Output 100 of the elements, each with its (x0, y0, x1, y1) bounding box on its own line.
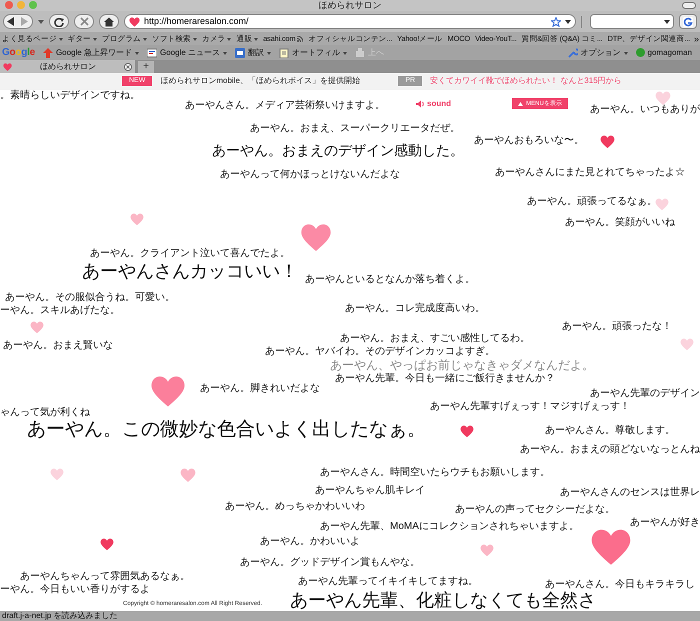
praise-message: あーやんさん。尊敬します。 (545, 425, 675, 437)
praise-message: あーやん。おまえのデザイン感動した。 (212, 142, 464, 159)
arrow-icon (42, 48, 53, 58)
google-logo: Google (2, 46, 35, 60)
heart-icon (30, 321, 44, 334)
caret-icon (664, 18, 670, 24)
google-button[interactable] (679, 14, 697, 29)
new-tab-button[interactable]: + (138, 61, 154, 73)
caret-icon (223, 50, 228, 54)
caret-icon[interactable] (565, 18, 571, 24)
praise-message: あーやん。この微妙な色合いよく出したなぁ。 (27, 419, 426, 442)
praise-message: あーやんさん。時間空いたらウチもお願いします。 (320, 467, 550, 479)
heart-icon (680, 338, 694, 351)
stop-button[interactable] (74, 14, 94, 29)
toolbar-item[interactable]: 翻訳 (235, 46, 272, 60)
browser-tab[interactable]: ほめられサロン (0, 60, 135, 73)
caret-icon (143, 36, 148, 40)
g-letter-icon (683, 16, 693, 26)
praise-message: あーやん。頑張ってるなぁ。 (527, 196, 657, 208)
close-icon (80, 17, 88, 26)
praise-message: あーやん先輩。今日も一緒にご飯行きませんか？ (335, 373, 555, 385)
feed-icon (297, 36, 304, 42)
triangle-icon (518, 102, 524, 106)
toolbar-item[interactable]: Google ニュース (146, 46, 228, 60)
praise-message: あーやんさん。今日もキラキラし (545, 579, 695, 591)
caret-icon (134, 50, 139, 54)
heart-icon (655, 91, 671, 105)
options-button[interactable]: オプション (568, 46, 628, 60)
praise-message: あーやん。いつもありが (590, 104, 700, 116)
praise-message: あーやんちゃんって雰囲気あるなぁ。 (20, 571, 190, 583)
sound-toggle[interactable]: sound (416, 99, 451, 109)
caret-icon (193, 36, 198, 40)
account-button[interactable]: gomagoman (636, 46, 698, 60)
praise-message: あーやんって何かほっとけないんだよな (220, 169, 400, 181)
praise-message: あーやん先輩すげぇっす！マジすげぇっす！ (430, 401, 630, 413)
heart-icon (480, 544, 494, 557)
heart-icon (180, 468, 196, 482)
heart-icon (460, 425, 474, 438)
praise-message: あーやん先輩のデザイン (590, 388, 700, 400)
bookmarks-overflow-button[interactable]: » (694, 32, 700, 44)
praise-message: あーやん。脚きれいだよな (200, 383, 320, 395)
praise-message: あーやん先輩ってイキイキしてますね。 (298, 576, 478, 588)
window-title: ほめられサロン (318, 0, 382, 11)
home-button[interactable] (99, 14, 119, 29)
praise-message: あーやん。その服似合うね。可愛い。 (5, 292, 175, 304)
praise-message: あーやん。クライアント泣いて喜んでたよ。 (90, 248, 290, 260)
announcement-link[interactable]: ほめられサロンmobile、「ほめられボイス」を提供開始 (160, 76, 390, 86)
heart-icon (3, 62, 12, 70)
praise-message: あーやんちゃん肌キレイ (315, 485, 425, 497)
speaker-icon (416, 100, 424, 108)
praise-message: あーやん。頑張ったな！ (562, 321, 672, 333)
heart-icon (129, 16, 140, 26)
heart-icon (130, 213, 144, 226)
praise-message: あーやん。おまえ賢いな (3, 340, 113, 352)
heart-icon (600, 135, 615, 149)
praise-message: あーやんさんのセンスは世界レ (560, 487, 700, 499)
toolbar-item[interactable]: オートフィル (279, 46, 348, 60)
reload-icon (54, 16, 64, 26)
praise-message: ーやん。スキルあげたな。 (0, 305, 120, 317)
praise-message: あーやん先輩、MoMAにコレクションされちゃいますよ。 (320, 521, 579, 533)
heart-icon (100, 538, 114, 551)
heart-icon (655, 198, 669, 211)
praise-message: あーやんさんにまた見とれてちゃったよ☆ (495, 167, 685, 179)
praise-message: あーやんおもろいな〜。 (474, 135, 584, 147)
address-field[interactable]: http://homeraresalon.com/ (124, 14, 576, 29)
praise-message: あーやん。コレ完成度高いわ。 (345, 303, 485, 315)
status-text: draft.j-a-net.jp を読み込みました (2, 611, 118, 621)
praise-message: あーやんの声ってセクシーだよな。 (455, 504, 615, 516)
praise-message: あーやん。グッドデザイン賞もんやな。 (240, 557, 420, 569)
status-dot-icon (636, 48, 645, 57)
caret-icon (227, 36, 232, 40)
heart-icon (300, 223, 332, 252)
praise-message: あーやん。おまえ、すごい感性してるわ。 (340, 333, 530, 345)
heart-icon (150, 375, 186, 407)
praise-message: ゃんって気が利くね (0, 407, 90, 419)
caret-icon (343, 50, 348, 54)
praise-message: あーやんさんカッコいい！ (82, 261, 298, 283)
close-icon[interactable] (124, 62, 132, 70)
praise-message: あーやん先輩、化粧しなくても全然さ (290, 590, 596, 611)
caret-icon (624, 50, 628, 54)
praise-message: 。素晴らしいデザインですね。 (0, 90, 140, 102)
praise-message: あーやんが好き (630, 517, 700, 529)
search-field[interactable] (590, 14, 674, 29)
heart-icon (50, 468, 64, 481)
star-icon (551, 16, 561, 26)
toolbar-toggle-button[interactable] (682, 2, 696, 9)
praise-message: あーやん。笑顔がいいね (565, 217, 675, 229)
forward-icon (18, 15, 30, 28)
caret-icon (267, 50, 272, 54)
praise-message: あーやん、やっぱお前じゃなきゃダメなんだよ。 (330, 358, 594, 372)
caret-icon (58, 36, 63, 40)
praise-message: ーやん。今日もいい香りがするよ (0, 584, 150, 596)
back-forward-button[interactable] (3, 14, 33, 29)
house-icon (104, 16, 114, 26)
reload-button[interactable] (49, 14, 69, 29)
praise-message: あーやん。おまえの頭どないなっとんね (520, 444, 700, 456)
heart-icon (590, 528, 632, 566)
praise-message: あーやんさん。メディア芸術祭いけますよ。 (185, 100, 385, 112)
toolbar-item[interactable]: Google 急上昇ワード (42, 46, 139, 60)
praise-message: あーやん。おまえ、スーパークリエータだぜ。 (250, 123, 460, 135)
